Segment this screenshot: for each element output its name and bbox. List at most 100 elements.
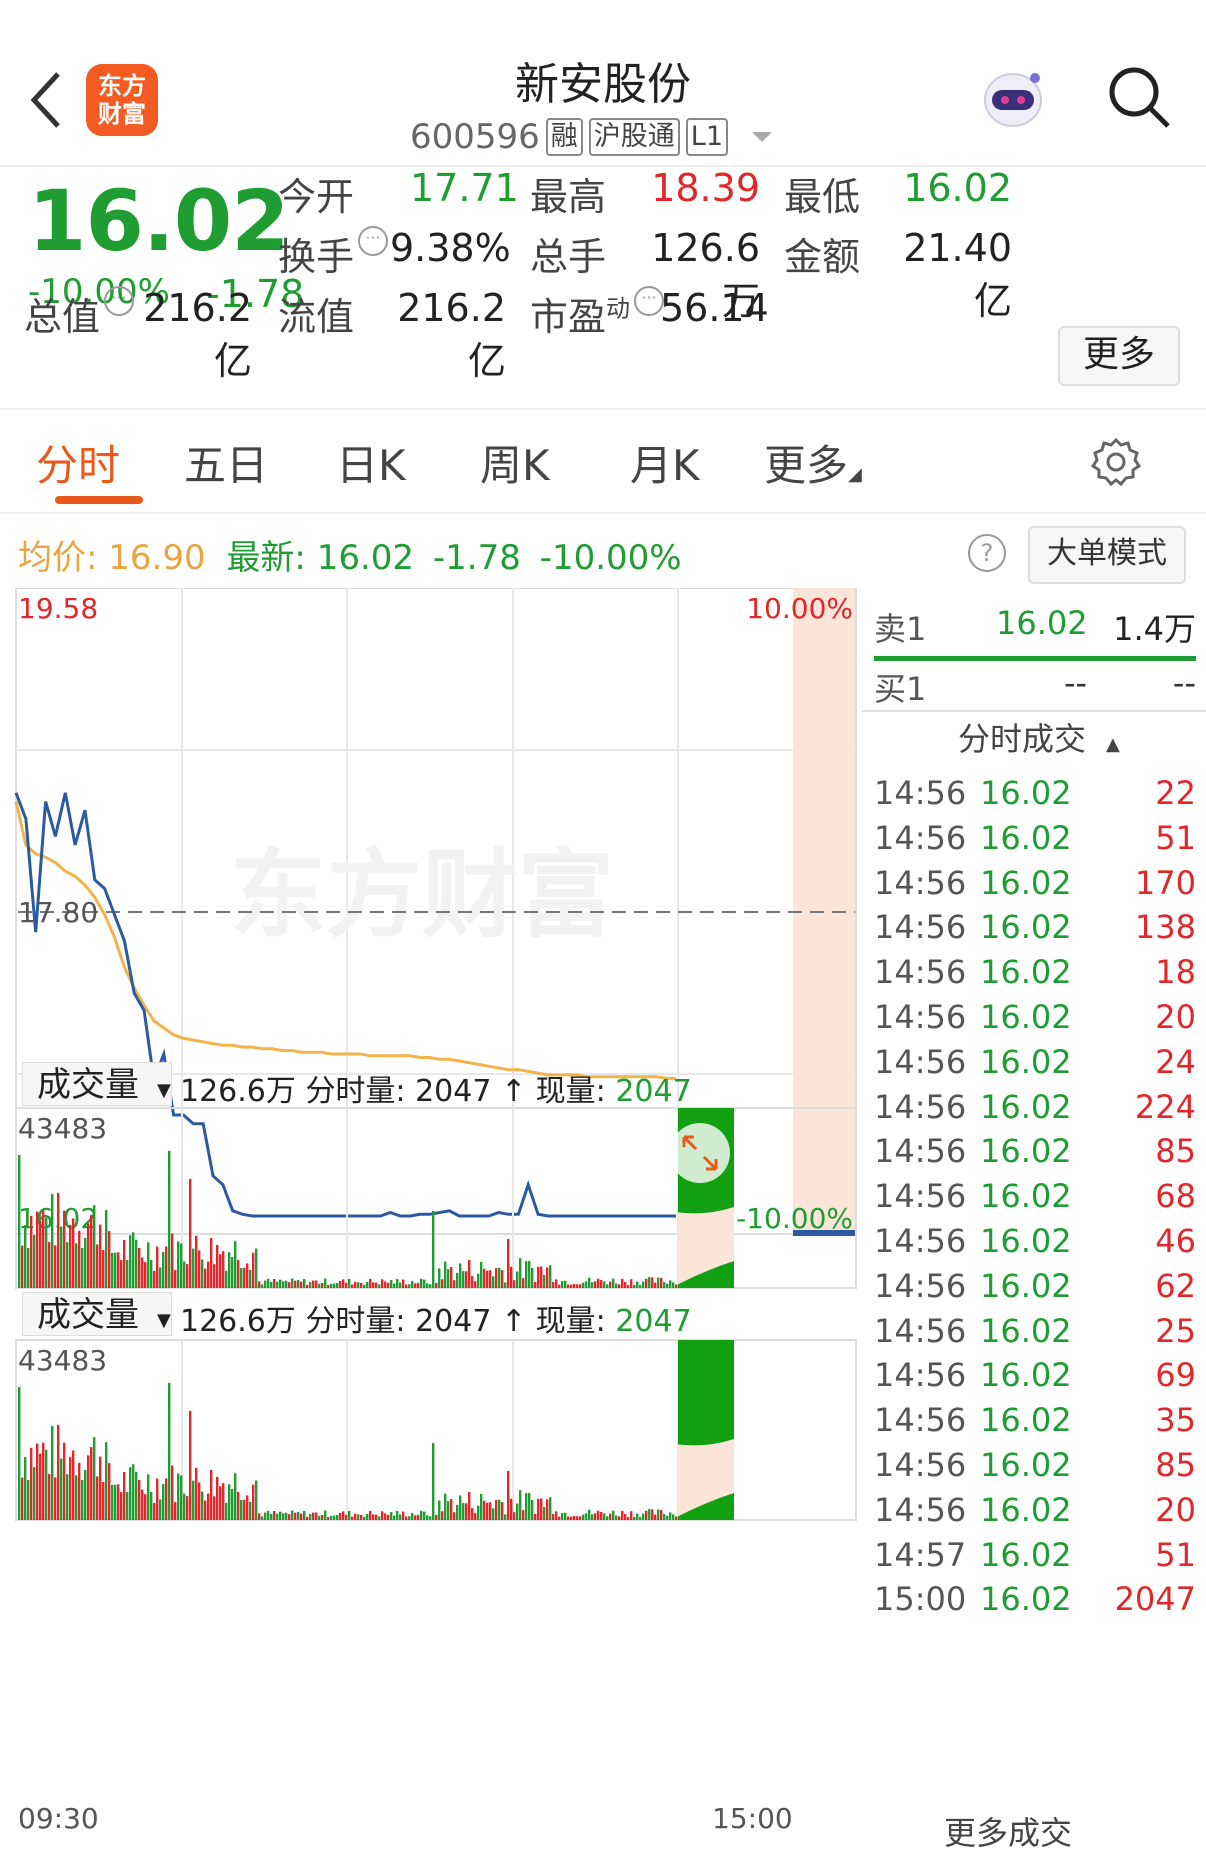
volume-bar (192, 1480, 195, 1520)
volume-bar (171, 1465, 174, 1520)
volume-bar (543, 1274, 546, 1288)
trade-volume: 20 (1155, 998, 1196, 1036)
volume-bar (408, 1284, 411, 1288)
volume-bar (399, 1514, 402, 1520)
tab-five-day[interactable]: 五日 (184, 432, 268, 493)
volume-bar (582, 1282, 585, 1288)
volume-now-value: 2047 (615, 1304, 692, 1339)
volume-bar (210, 1469, 213, 1520)
volume-bar (279, 1511, 282, 1520)
back-arrow-icon[interactable] (28, 70, 62, 130)
limit-marker (793, 1230, 855, 1236)
volume-bar (99, 1456, 102, 1520)
volume-bar (489, 1270, 492, 1288)
eastmoney-logo: 东方 财富 (86, 64, 158, 136)
volume-bar (132, 1464, 135, 1520)
volume-bar (516, 1503, 519, 1520)
help-icon[interactable]: ? (968, 534, 1006, 572)
volume-bar (396, 1510, 399, 1520)
volume-bar (312, 1512, 315, 1520)
volume-bar (552, 1514, 555, 1520)
expand-icon[interactable] (670, 1123, 730, 1183)
volume-bar (516, 1271, 519, 1288)
volume-bar (189, 1410, 192, 1520)
volume-bar (117, 1252, 120, 1288)
volume-bar (321, 1514, 324, 1520)
volume-bar (384, 1281, 387, 1288)
volume-bar (72, 1218, 75, 1288)
more-trades-link[interactable]: 更多成交 (944, 1808, 1072, 1854)
volume-bar (120, 1492, 123, 1520)
volume-bar (222, 1251, 225, 1288)
volume-bar (438, 1500, 441, 1520)
latest-pct: -10.00% (539, 538, 682, 578)
volume-bar (273, 1278, 276, 1288)
volume-indicator-select-1[interactable]: 成交量 ▼ (22, 1062, 172, 1106)
volume-bar (354, 1513, 357, 1520)
volume-bar (303, 1279, 306, 1288)
volume-bar (63, 1210, 66, 1288)
volume-bar (69, 1224, 72, 1288)
volume-bar (216, 1476, 219, 1520)
volume-bar (558, 1284, 561, 1288)
tab-weekly-k[interactable]: 周K (480, 432, 550, 493)
volume-bar (96, 1476, 99, 1520)
volume-bar (348, 1278, 351, 1288)
volume-bar (330, 1283, 333, 1288)
trade-time: 14:56 (874, 1401, 967, 1440)
tab-monthly-k[interactable]: 月K (630, 432, 700, 493)
volume-bar (549, 1265, 552, 1288)
sell-1-row: 卖1 16.02 1.4万 (874, 604, 1196, 656)
volume-bar (378, 1284, 381, 1288)
volume-bar (414, 1283, 417, 1288)
stock-name: 新安股份 (515, 59, 691, 110)
volume-bar (270, 1281, 273, 1288)
trade-price: 16.02 (980, 998, 1072, 1036)
volume-bar (246, 1495, 249, 1520)
volume-bar (123, 1239, 126, 1288)
search-icon[interactable] (1106, 64, 1172, 130)
more-quote-button[interactable]: 更多 (1058, 326, 1180, 386)
volume-bar (357, 1514, 360, 1520)
volume-bar (153, 1270, 156, 1288)
volume-y-max-label: 43483 (18, 1344, 107, 1377)
volume-bar (618, 1516, 621, 1520)
tab-intraday[interactable]: 分时 (36, 432, 120, 493)
dropdown-caret-icon[interactable] (752, 132, 773, 142)
volume-bar (441, 1511, 444, 1520)
volume-bar (468, 1260, 471, 1288)
gear-icon[interactable] (1090, 436, 1142, 488)
volume-bar (27, 1248, 30, 1288)
volume-bar (147, 1474, 150, 1520)
volume-bar (363, 1284, 366, 1288)
volume-bar (36, 1443, 39, 1520)
y-max-label: 19.58 (18, 592, 98, 625)
volume-bar (471, 1508, 474, 1520)
volume-bar (348, 1510, 351, 1520)
volume-summary-1: 126.6万 分时量: 2047 ↑ 现量: 2047 (180, 1066, 692, 1110)
info-dots-icon[interactable]: ··· (358, 226, 389, 256)
volume-bar (387, 1514, 390, 1520)
tab-more[interactable]: 更多◢ (764, 432, 862, 493)
volume-bar (558, 1516, 561, 1520)
big-order-mode-button[interactable]: 大单模式 (1028, 526, 1186, 584)
volume-bar (63, 1442, 66, 1520)
volume-bar (318, 1283, 321, 1288)
tick-trades-title[interactable]: 分时成交 ▲ (958, 714, 1120, 760)
volume-bar (144, 1262, 147, 1288)
intraday-chart[interactable]: 东方财富 19.58 17.80 16.02 10.00% -10.00% 43… (0, 588, 862, 1839)
volume-bar (477, 1505, 480, 1520)
volume-bar (24, 1225, 27, 1288)
volume-bar (237, 1491, 240, 1520)
volume-bar (120, 1260, 123, 1288)
robot-assistant-icon[interactable] (978, 64, 1048, 134)
stock-code-row[interactable]: 600596 融 沪股通 L1 (410, 114, 773, 160)
volume-now-label: 现量: (535, 1074, 606, 1109)
volume-indicator-select-2[interactable]: 成交量 ▼ (22, 1292, 172, 1336)
volume-bar (612, 1278, 615, 1288)
buy-1-volume: -- (1172, 664, 1196, 702)
tab-daily-k[interactable]: 日K (336, 432, 406, 493)
volume-total: 126.6万 (180, 1074, 296, 1109)
volume-bar (456, 1272, 459, 1288)
header: 东方 财富 新安股份 600596 融 沪股通 L1 (0, 0, 1206, 167)
